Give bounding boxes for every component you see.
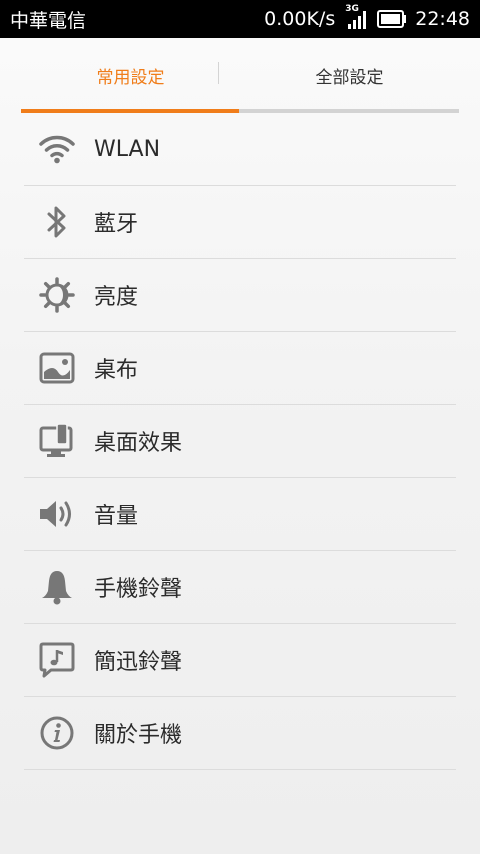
- setting-label: 桌布: [94, 358, 139, 383]
- brightness-icon: [38, 276, 76, 314]
- tab-common-settings[interactable]: 常用設定: [21, 38, 240, 112]
- sms-ringtone-icon: [38, 641, 76, 679]
- volume-icon: [38, 495, 76, 533]
- bluetooth-icon: [38, 203, 76, 241]
- setting-label: 藍牙: [94, 212, 139, 237]
- setting-item-sms-ringtone[interactable]: 簡迅鈴聲: [24, 624, 456, 697]
- setting-label: 手機鈴聲: [94, 577, 183, 602]
- tab-all-settings[interactable]: 全部設定: [240, 38, 459, 112]
- settings-screen: 常用設定 全部設定 WLAN 藍牙 亮度 桌布 桌面效果 音量 手機鈴聲 簡迅鈴…: [0, 38, 480, 854]
- network-type: 3G: [345, 4, 359, 14]
- setting-label: 桌面效果: [94, 431, 183, 456]
- setting-label: WLAN: [94, 136, 161, 162]
- settings-list: WLAN 藍牙 亮度 桌布 桌面效果 音量 手機鈴聲 簡迅鈴聲 關於手機: [24, 113, 456, 770]
- setting-item-wallpaper[interactable]: 桌布: [24, 332, 456, 405]
- setting-label: 關於手機: [94, 723, 183, 748]
- clock: 22:48: [415, 8, 470, 30]
- status-bar: 中華電信 0.00K/s 3G 22:48: [0, 0, 480, 38]
- desktop-effects-icon: [38, 422, 76, 460]
- setting-label: 簡迅鈴聲: [94, 650, 183, 675]
- tab-divider: [218, 62, 219, 84]
- setting-label: 音量: [94, 504, 139, 529]
- setting-item-brightness[interactable]: 亮度: [24, 259, 456, 332]
- setting-label: 亮度: [94, 285, 139, 310]
- wallpaper-icon: [38, 349, 76, 387]
- battery-icon: [377, 10, 407, 28]
- setting-item-bluetooth[interactable]: 藍牙: [24, 186, 456, 259]
- bell-icon: [38, 568, 76, 606]
- info-icon: [38, 714, 76, 752]
- setting-item-desktop-effects[interactable]: 桌面效果: [24, 405, 456, 478]
- carrier-name: 中華電信: [10, 9, 87, 32]
- signal-icon: 3G: [345, 4, 371, 30]
- network-speed: 0.00K/s: [264, 8, 336, 30]
- status-indicators: 0.00K/s 3G 22:48: [264, 4, 470, 30]
- tab-bar: 常用設定 全部設定: [21, 38, 459, 112]
- wifi-icon: [38, 130, 76, 168]
- setting-item-phone-ringtone[interactable]: 手機鈴聲: [24, 551, 456, 624]
- setting-item-volume[interactable]: 音量: [24, 478, 456, 551]
- setting-item-wlan[interactable]: WLAN: [24, 113, 456, 186]
- setting-item-about-phone[interactable]: 關於手機: [24, 697, 456, 770]
